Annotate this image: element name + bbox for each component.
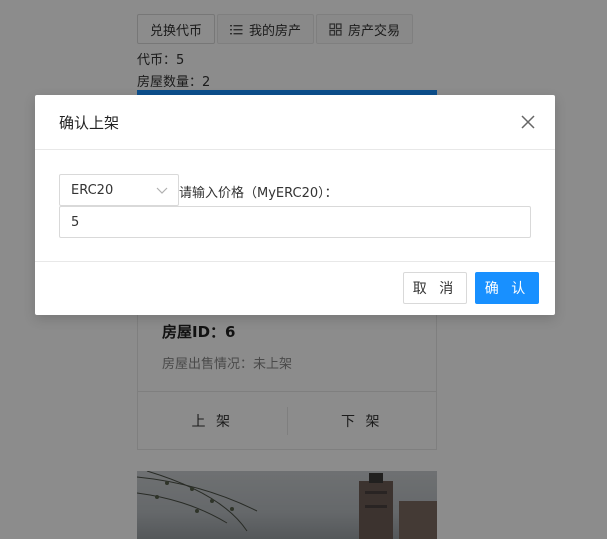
token-select-value: ERC20 [71,182,114,198]
confirm-button[interactable]: 确 认 [475,272,539,304]
chevron-down-icon [156,184,168,196]
dialog-title: 确认上架 [59,114,120,132]
app-page: 兑换代币 我的房产 房产交易 代币：5 房屋数量：2 房屋ID：6 房屋出售情况… [0,0,607,539]
dialog-footer: 取 消 确 认 [35,262,555,314]
confirm-listing-dialog: 确认上架 ERC20 取 消 确 认 [35,95,555,315]
close-icon[interactable] [519,113,537,131]
cancel-button[interactable]: 取 消 [403,272,467,304]
price-input[interactable] [59,206,531,238]
token-select[interactable]: ERC20 [59,174,179,206]
dialog-header: 确认上架 [35,95,555,150]
price-label: 请输入价格（MyERC20）： [179,186,338,201]
